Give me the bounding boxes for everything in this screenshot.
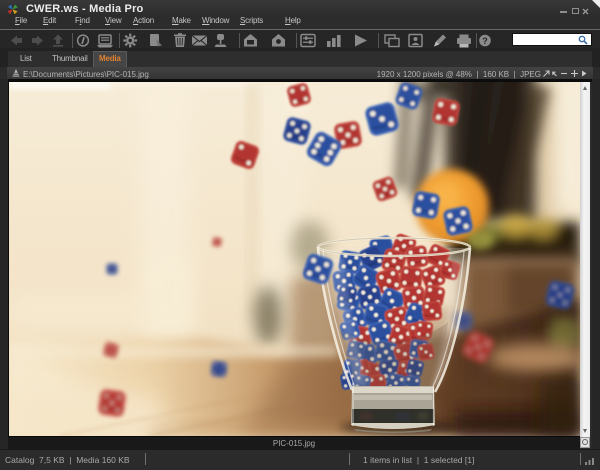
svg-text:?: ?: [482, 36, 488, 46]
